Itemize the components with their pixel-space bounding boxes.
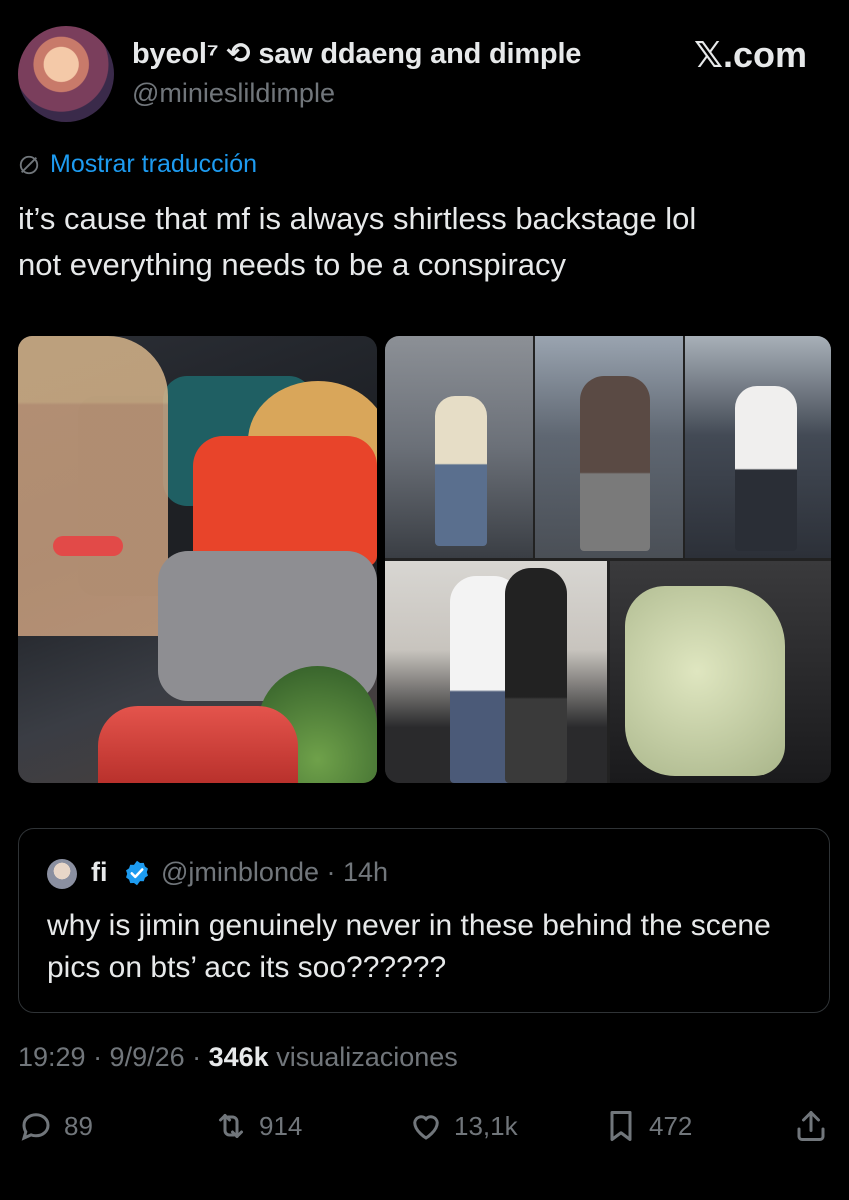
share-icon — [797, 1111, 825, 1141]
display-name[interactable]: byeol⁷ ⟲ saw ddaeng and dimple — [132, 36, 581, 71]
tweet-text-line-1: it’s cause that mf is always shirtless b… — [18, 201, 697, 236]
quoted-display-name[interactable]: fi — [91, 857, 108, 888]
tweet-timestamp[interactable]: 19:29 · 9/9/26 · — [18, 1042, 209, 1072]
views-label: visualizaciones — [268, 1042, 458, 1072]
media-image-left[interactable] — [18, 336, 377, 783]
verified-badge-icon — [126, 860, 148, 886]
towel-shape — [625, 586, 785, 776]
share-button[interactable] — [793, 1108, 829, 1144]
media-image-right[interactable] — [385, 336, 831, 783]
red-shirt-shape — [193, 436, 377, 566]
person-3-shape — [735, 386, 797, 551]
bookmark-count: 472 — [649, 1110, 693, 1141]
watermelon-plate-shape — [98, 706, 298, 783]
reply-button[interactable]: 89 — [18, 1108, 93, 1144]
globe-icon — [19, 155, 39, 174]
quoted-avatar[interactable] — [47, 859, 77, 889]
translate-label: Mostrar traducción — [50, 150, 258, 178]
x-logo-label: 𝕏.com — [694, 34, 808, 75]
tweet-text: it’s cause that mf is always shirtless b… — [18, 196, 838, 288]
reply-count: 89 — [64, 1110, 93, 1141]
heart-icon — [413, 1115, 439, 1140]
quoted-tweet[interactable]: fi @jminblonde · 14h why is jimin genuin… — [18, 828, 830, 1013]
quoted-text: why is jimin genuinely never in these be… — [47, 909, 771, 984]
bookmark-button[interactable]: 472 — [603, 1108, 692, 1144]
repost-button[interactable]: 914 — [213, 1108, 302, 1144]
person-5-shape — [505, 568, 567, 783]
avatar[interactable] — [18, 26, 114, 122]
watermelon-slice-shape — [53, 536, 123, 556]
views-count: 346k — [208, 1042, 269, 1072]
reply-icon — [21, 1113, 50, 1141]
person-2-shape — [580, 376, 650, 551]
repost-icon — [219, 1114, 243, 1138]
quoted-handle-time[interactable]: @jminblonde · 14h — [161, 857, 388, 888]
tweet-meta: 19:29 · 9/9/26 · 346k visualizaciones — [18, 1042, 458, 1073]
show-translation-link[interactable]: Mostrar traducción — [18, 150, 257, 179]
user-handle[interactable]: @minieslildimple — [132, 78, 335, 109]
person-1-shape — [435, 396, 487, 546]
bookmark-icon — [610, 1111, 632, 1141]
action-bar: 89 914 13,1k 472 — [18, 1108, 833, 1152]
repost-count: 914 — [259, 1110, 303, 1141]
like-button[interactable]: 13,1k — [408, 1108, 518, 1144]
tweet-text-line-2: not everything needs to be a conspiracy — [18, 247, 567, 282]
like-count: 13,1k — [454, 1110, 518, 1141]
person-left-shape — [18, 336, 168, 636]
